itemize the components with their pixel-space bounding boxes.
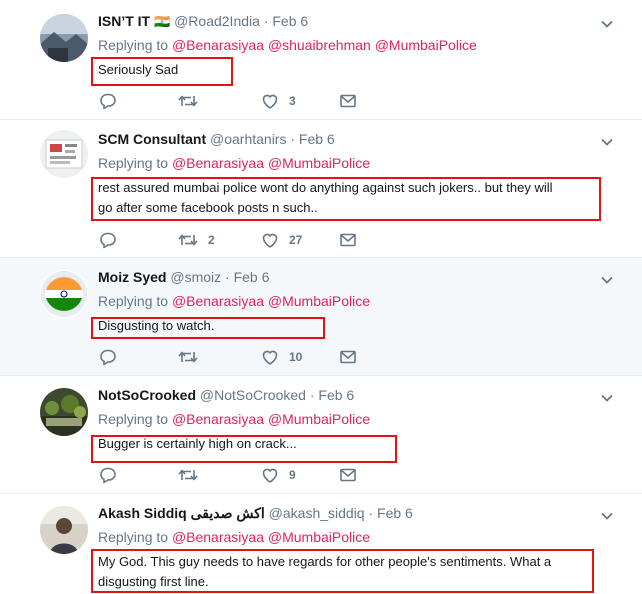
replying-to-line: Replying to @Benarasiyaa @MumbaiPolice — [98, 155, 370, 171]
retweet-icon — [177, 347, 199, 367]
chevron-down-icon[interactable] — [600, 508, 614, 524]
tweet-actions: 9 — [98, 465, 398, 485]
like-icon — [260, 465, 280, 485]
replying-to-line: Replying to @Benarasiyaa @MumbaiPolice — [98, 529, 370, 545]
display-name[interactable]: Moiz Syed — [98, 269, 166, 285]
tweet-actions: 2 27 — [98, 230, 398, 250]
mention-link[interactable]: @MumbaiPolice — [268, 155, 370, 171]
chevron-down-icon[interactable] — [600, 16, 614, 32]
like-count: 3 — [289, 94, 296, 108]
like-button[interactable]: 3 — [260, 91, 296, 111]
tweet-timestamp[interactable]: Feb 6 — [377, 505, 413, 521]
user-handle[interactable]: @akash_siddiq — [269, 505, 365, 521]
tweet-timestamp[interactable]: Feb 6 — [272, 13, 308, 29]
user-handle[interactable]: @smoiz — [170, 269, 221, 285]
mention-link[interactable]: @MumbaiPolice — [268, 293, 370, 309]
chevron-down-icon[interactable] — [600, 390, 614, 406]
mention-link[interactable]: @Benarasiyaa — [172, 37, 264, 53]
like-button[interactable]: 10 — [260, 347, 302, 367]
replying-to-label: Replying to — [98, 293, 169, 309]
mention-link[interactable]: @Benarasiyaa — [172, 155, 264, 171]
user-handle[interactable]: @NotSoCrooked — [200, 387, 306, 403]
highlight-box — [91, 317, 325, 339]
tweet-timestamp[interactable]: Feb 6 — [299, 131, 335, 147]
tweet-timestamp[interactable]: Feb 6 — [234, 269, 270, 285]
replying-to-label: Replying to — [98, 411, 169, 427]
reply-button[interactable] — [98, 230, 127, 250]
mention-link[interactable]: @MumbaiPolice — [268, 411, 370, 427]
tweet[interactable]: NotSoCrooked @NotSoCrooked · Feb 6 Reply… — [0, 376, 642, 494]
reply-icon — [98, 465, 118, 485]
tweet-actions: 10 — [98, 347, 398, 367]
dm-button[interactable] — [338, 91, 358, 111]
avatar[interactable] — [40, 130, 88, 178]
like-count: 10 — [289, 350, 303, 364]
mention-link[interactable]: @Benarasiyaa — [172, 293, 264, 309]
reply-icon — [98, 230, 118, 250]
dm-icon — [338, 465, 358, 485]
retweet-icon — [177, 465, 199, 485]
tweet[interactable]: ISN’T IT 🇮🇳 @Road2India · Feb 6 Replying… — [0, 0, 642, 120]
mention-link[interactable]: @MumbaiPolice — [268, 529, 370, 545]
reply-button[interactable] — [98, 91, 127, 111]
mention-link[interactable]: @shuaibrehman — [268, 37, 371, 53]
mention-link[interactable]: @Benarasiyaa — [172, 411, 264, 427]
display-name[interactable]: ISN’T IT — [98, 13, 150, 29]
retweet-button[interactable] — [177, 347, 208, 367]
avatar[interactable] — [40, 14, 88, 62]
replying-to-label: Replying to — [98, 155, 169, 171]
replying-to-label: Replying to — [98, 37, 169, 53]
display-name[interactable]: NotSoCrooked — [98, 387, 196, 403]
dm-icon — [338, 91, 358, 111]
user-handle[interactable]: @Road2India — [174, 13, 260, 29]
reply-icon — [98, 347, 118, 367]
mention-link[interactable]: @Benarasiyaa — [172, 529, 264, 545]
country-flag-icon: 🇮🇳 — [154, 14, 171, 29]
like-icon — [260, 91, 280, 111]
highlight-box — [91, 177, 601, 221]
chevron-down-icon[interactable] — [600, 134, 614, 150]
like-icon — [260, 347, 280, 367]
like-button[interactable]: 27 — [260, 230, 302, 250]
display-name[interactable]: Akash Siddiq — [98, 505, 187, 521]
display-name-urdu[interactable]: اکش صدیقی — [191, 505, 265, 521]
tweet[interactable]: Moiz Syed @smoiz · Feb 6 Replying to @Be… — [0, 258, 642, 376]
dm-icon — [338, 230, 358, 250]
like-count: 27 — [289, 233, 303, 247]
replying-to-line: Replying to @Benarasiyaa @shuaibrehman @… — [98, 37, 477, 53]
retweet-button[interactable]: 2 — [177, 230, 215, 250]
retweet-icon — [177, 230, 199, 250]
mention-link[interactable]: @MumbaiPolice — [375, 37, 477, 53]
dm-button[interactable] — [338, 465, 358, 485]
reply-icon — [98, 91, 118, 111]
replying-to-line: Replying to @Benarasiyaa @MumbaiPolice — [98, 411, 370, 427]
highlight-box — [91, 435, 397, 463]
highlight-box — [91, 57, 233, 86]
display-name[interactable]: SCM Consultant — [98, 131, 206, 147]
like-icon — [260, 230, 280, 250]
retweet-count: 2 — [208, 233, 215, 247]
avatar[interactable] — [40, 506, 88, 554]
avatar[interactable] — [40, 388, 88, 436]
replying-to-line: Replying to @Benarasiyaa @MumbaiPolice — [98, 293, 370, 309]
replying-to-label: Replying to — [98, 529, 169, 545]
highlight-box — [91, 549, 594, 593]
like-button[interactable]: 9 — [260, 465, 296, 485]
tweet[interactable]: SCM Consultant @oarhtanirs · Feb 6 Reply… — [0, 120, 642, 258]
reply-button[interactable] — [98, 465, 127, 485]
retweet-icon — [177, 91, 199, 111]
dm-button[interactable] — [338, 347, 358, 367]
like-count: 9 — [289, 468, 296, 482]
dm-button[interactable] — [338, 230, 358, 250]
user-handle[interactable]: @oarhtanirs — [210, 131, 286, 147]
chevron-down-icon[interactable] — [600, 272, 614, 288]
dm-icon — [338, 347, 358, 367]
retweet-button[interactable] — [177, 91, 208, 111]
tweet-timestamp[interactable]: Feb 6 — [318, 387, 354, 403]
tweet-actions: 3 — [98, 91, 398, 111]
reply-button[interactable] — [98, 347, 127, 367]
avatar[interactable] — [40, 270, 88, 318]
retweet-button[interactable] — [177, 465, 208, 485]
tweet[interactable]: Akash Siddiq اکش صدیقی @akash_siddiq · F… — [0, 494, 642, 594]
